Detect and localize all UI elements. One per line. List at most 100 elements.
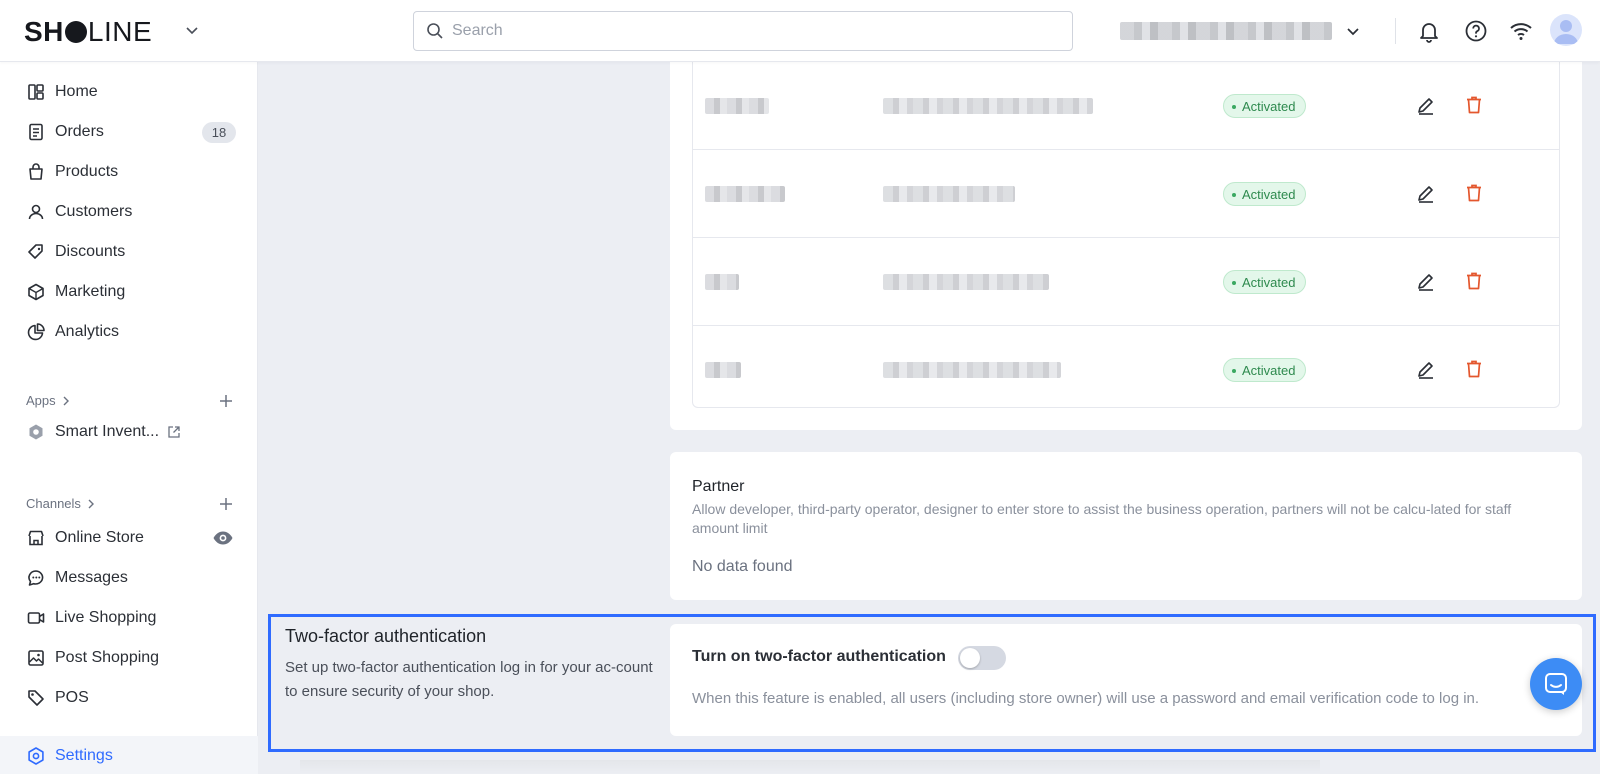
- analytics-icon: [27, 323, 45, 341]
- help-icon[interactable]: [1463, 18, 1489, 44]
- live-shopping-icon: [27, 612, 45, 624]
- two-factor-note: When this feature is enabled, all users …: [692, 690, 1480, 707]
- post-shopping-icon: [28, 650, 44, 666]
- chevron-down-icon[interactable]: [184, 22, 200, 38]
- chevron-right-icon: [88, 499, 94, 508]
- status-badge: Activated: [1223, 182, 1307, 206]
- pos-icon: [28, 690, 44, 706]
- store-name-redacted[interactable]: [1120, 22, 1332, 40]
- sidebar-item-label: Live Shopping: [55, 609, 157, 626]
- apps-section-label[interactable]: Apps: [26, 393, 72, 408]
- sidebar-item-label: Smart Invent...: [55, 423, 160, 440]
- eye-icon[interactable]: [212, 527, 234, 549]
- wifi-icon[interactable]: [1508, 18, 1534, 44]
- partner-card: Partner Allow developer, third-party ope…: [670, 452, 1582, 600]
- staff-email-redacted: [883, 274, 1049, 290]
- search-box[interactable]: [413, 11, 1073, 51]
- page-bottom-shadow: [300, 760, 1320, 774]
- staff-email-redacted: [883, 362, 1061, 378]
- home-icon: [28, 84, 44, 100]
- online-store-icon: [28, 530, 44, 546]
- chevron-right-icon: [63, 396, 69, 405]
- sidebar-item-live-shopping[interactable]: Live Shopping: [0, 599, 258, 637]
- sidebar-item-label: Post Shopping: [55, 649, 160, 666]
- sidebar-item-label: Customers: [55, 203, 133, 220]
- sidebar-item-products[interactable]: Products: [0, 153, 258, 191]
- user-avatar-icon: [1554, 20, 1578, 44]
- table-row: Activated: [693, 150, 1559, 238]
- products-icon: [29, 163, 43, 180]
- sidebar-item-label: Marketing: [55, 283, 126, 300]
- smart-inventory-icon: [29, 424, 43, 440]
- marketing-icon: [28, 283, 44, 301]
- sidebar-item-customers[interactable]: Customers: [0, 193, 258, 231]
- sidebar-item-home[interactable]: Home: [0, 73, 258, 111]
- table-row: Activated: [693, 326, 1559, 414]
- table-row: Activated: [693, 62, 1559, 150]
- logo-o-mark: [64, 21, 87, 43]
- sidebar-item-label: Discounts: [55, 243, 126, 260]
- sidebar-item-label: Settings: [55, 747, 113, 764]
- avatar[interactable]: [1550, 14, 1582, 46]
- edit-pencil-icon[interactable]: [1415, 358, 1437, 380]
- search-icon: [427, 23, 443, 39]
- sidebar-item-label: Home: [55, 83, 98, 100]
- staff-name-redacted: [705, 274, 739, 290]
- delete-trash-icon[interactable]: [1463, 94, 1485, 116]
- sidebar-item-settings[interactable]: Settings: [0, 736, 258, 774]
- two-factor-toggle[interactable]: [958, 646, 1006, 670]
- sidebar: Home Orders 18 Products Customers Discou…: [0, 62, 258, 774]
- sidebar-item-post-shopping[interactable]: Post Shopping: [0, 639, 258, 677]
- status-badge: Activated: [1223, 270, 1307, 294]
- staff-name-redacted: [705, 362, 741, 378]
- partner-title: Partner: [692, 478, 745, 495]
- add-channel-plus-icon[interactable]: [218, 496, 234, 512]
- channels-section-label[interactable]: Channels: [26, 496, 97, 511]
- sidebar-item-orders[interactable]: Orders 18: [0, 113, 258, 151]
- search-input[interactable]: [452, 22, 1052, 40]
- bell-icon[interactable]: [1416, 18, 1442, 44]
- delete-trash-icon[interactable]: [1463, 270, 1485, 292]
- two-factor-title: Two-factor authentication: [285, 626, 487, 646]
- chevron-down-icon[interactable]: [1344, 22, 1362, 40]
- shopline-logo[interactable]: SHPLINE: [24, 16, 152, 48]
- sidebar-item-marketing[interactable]: Marketing: [0, 273, 258, 311]
- divider: [1395, 18, 1396, 44]
- sidebar-item-label: Online Store: [55, 529, 144, 546]
- staff-table: Activated Activated Activated Activated: [692, 62, 1560, 408]
- sidebar-item-discounts[interactable]: Discounts: [0, 233, 258, 271]
- orders-icon: [29, 123, 43, 141]
- staff-email-redacted: [883, 98, 1093, 114]
- two-factor-toggle-label: Turn on two-factor authentication: [692, 648, 946, 665]
- top-bar: SHPLINE: [0, 0, 1600, 62]
- table-row: Activated: [693, 238, 1559, 326]
- edit-pencil-icon[interactable]: [1415, 182, 1437, 204]
- sidebar-item-smart-inventory[interactable]: Smart Invent...: [0, 413, 258, 451]
- sidebar-item-label: Orders: [55, 123, 104, 140]
- external-link-icon[interactable]: [167, 425, 181, 439]
- delete-trash-icon[interactable]: [1463, 182, 1485, 204]
- discounts-icon: [28, 244, 43, 259]
- chat-support-button[interactable]: [1530, 658, 1582, 710]
- chat-icon: [1545, 673, 1567, 695]
- two-factor-description: Set up two-factor authentication log in …: [285, 659, 653, 700]
- edit-pencil-icon[interactable]: [1415, 94, 1437, 116]
- two-factor-card: Turn on two-factor authentication When t…: [670, 624, 1582, 736]
- sidebar-item-label: POS: [55, 689, 89, 706]
- edit-pencil-icon[interactable]: [1415, 270, 1437, 292]
- partner-description: Allow developer, third-party operator, d…: [692, 501, 1512, 536]
- staff-email-redacted: [883, 186, 1015, 202]
- staff-name-redacted: [705, 186, 785, 202]
- sidebar-item-messages[interactable]: Messages: [0, 559, 258, 597]
- settings-gear-icon: [28, 747, 44, 765]
- sidebar-item-label: Messages: [55, 569, 128, 586]
- sidebar-item-online-store[interactable]: Online Store: [0, 519, 258, 557]
- messages-icon: [28, 570, 44, 586]
- sidebar-item-pos[interactable]: POS: [0, 679, 258, 717]
- delete-trash-icon[interactable]: [1463, 358, 1485, 380]
- staff-name-redacted: [705, 98, 769, 114]
- sidebar-item-label: Products: [55, 163, 119, 180]
- add-app-plus-icon[interactable]: [218, 393, 234, 409]
- orders-count-badge: 18: [202, 122, 236, 143]
- sidebar-item-analytics[interactable]: Analytics: [0, 313, 258, 351]
